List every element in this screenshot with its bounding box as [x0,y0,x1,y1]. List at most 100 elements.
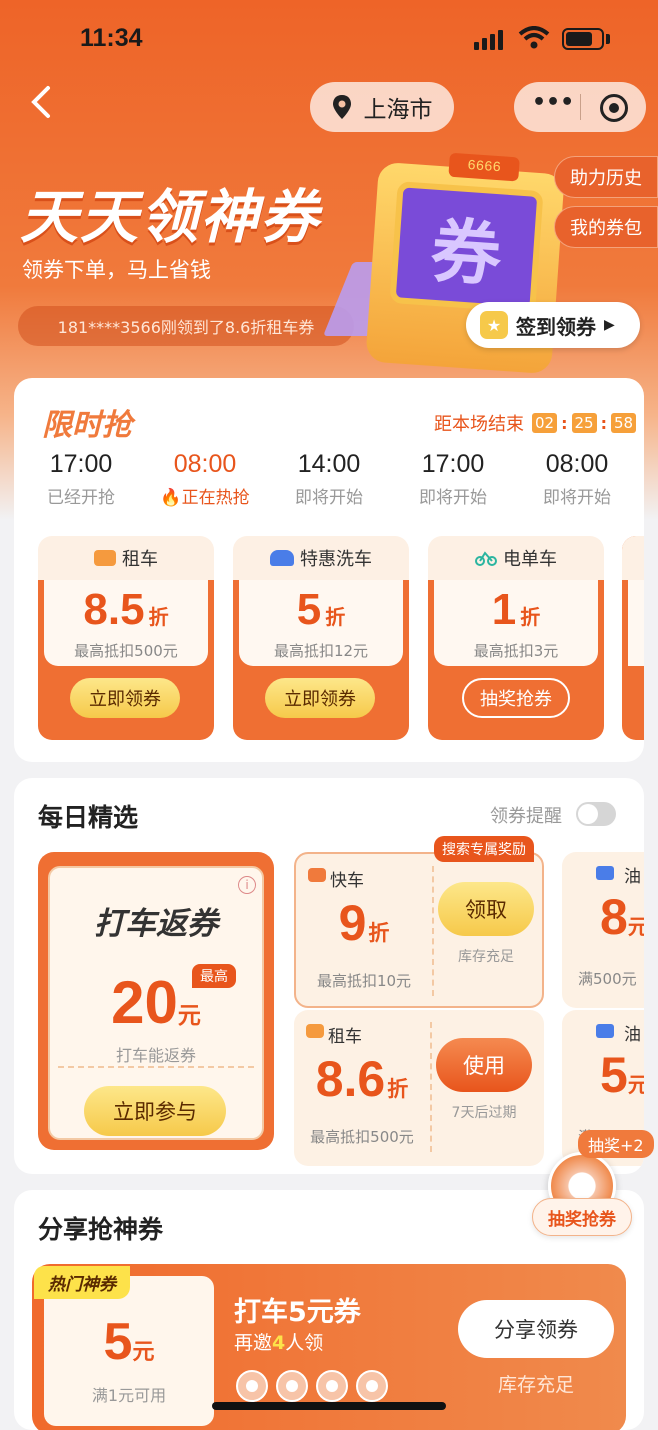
flash-sale-card: 限时抢 距本场结束 02: 25: 58 17:00 已经开抢 08:00 🔥正在热… [14,378,644,762]
back-icon[interactable] [26,84,56,120]
coupon-value: 1 [491,585,517,634]
share-coupon-stub: 热门神券 5元 满1元可用 [34,1266,214,1426]
daily-picks-card: 每日精选 领券提醒 打车返券 i 最高 20元 打车能返券 立即参与 快车 9折… [14,778,644,1174]
miniapp-capsule: ••• [514,82,646,132]
lottery-coupon-button[interactable]: 抽奖抢券 [462,678,570,718]
flash-sale-title: 限时抢 [42,408,132,443]
expiry-note: 7天后过期 [451,1105,517,1121]
ride-cashback-coupon[interactable]: 打车返券 i 最高 20元 打车能返券 立即参与 [38,852,274,1150]
claim-button[interactable]: 领取 [438,882,534,936]
search-reward-tag: 搜索专属奖励 [434,836,534,862]
invite-count: 4 [272,1332,286,1354]
coupon-unit: 折 [520,607,541,629]
status-time: 11:34 [80,24,143,52]
signin-coupon-button[interactable]: ★ 签到领券 ▶ [466,302,640,348]
time-slot-2[interactable]: 08:00 🔥正在热抢 [150,450,260,508]
slot-time: 08:00 [545,450,609,478]
reminder-label: 领券提醒 [490,806,562,827]
my-coupons-button[interactable]: 我的券包 [554,206,658,248]
coupon-limit: 最高抵扣500元 [310,1128,414,1146]
location-text: 上海市 [363,97,433,123]
countdown-seconds: 58 [611,413,637,433]
coupon-value: 8 [600,889,628,945]
close-miniapp-icon[interactable] [600,94,628,122]
time-slot-3[interactable]: 14:00 即将开始 [274,450,384,508]
rental-car-icon [306,1024,324,1038]
coupon-value: 9 [338,895,367,951]
location-selector[interactable]: 上海市 [310,82,454,132]
flash-coupon-next-peek [622,536,644,740]
avatar-placeholder [316,1370,348,1402]
rental-car-icon [94,550,116,566]
coupon-unit: 折 [325,607,346,629]
flash-coupon-ebike[interactable]: 电单车 1 折最高抵扣3元 抽奖抢券 [428,536,604,740]
ebike-icon [475,551,497,566]
flash-coupon-carwash[interactable]: 特惠洗车 5 折最高抵扣12元 立即领券 [233,536,409,740]
slot-status: 即将开始 [295,488,363,508]
coupon-unit: 折 [148,607,169,629]
share-coupon-value: 5 [103,1313,133,1371]
share-claim-button[interactable]: 分享领券 [458,1300,614,1358]
avatar-placeholder [276,1370,308,1402]
coupon-category: 电单车 [503,549,557,570]
flash-coupon-rental[interactable]: 租车 8.5 折最高抵扣500元 立即领券 [38,536,214,740]
reminder-toggle[interactable] [576,802,616,826]
invite-suffix: 人领 [285,1332,324,1354]
coupon-name: 油 [624,1025,641,1045]
coupon-unit: 折 [387,1078,409,1101]
countdown-minutes: 25 [571,413,597,433]
battery-icon [562,28,604,50]
feature-title: 打车返券 [94,906,218,942]
avatar-placeholder [356,1370,388,1402]
time-slot-4[interactable]: 17:00 即将开始 [398,450,508,508]
lottery-badge: 抽奖+2 [578,1130,654,1158]
coupon-value: 8.6 [315,1051,386,1107]
capsule-divider [580,94,581,120]
coupon-unit: 元 [627,916,644,939]
time-slot-5[interactable]: 08:00 即将开始 [522,450,632,508]
invite-text: 再邀4人领 [234,1328,323,1355]
slot-status: 即将开始 [543,488,611,508]
hero-title: 天天领神券 [20,183,321,251]
coupon-limit: 最高抵扣3元 [473,642,559,660]
slot-time: 17:00 [421,450,485,478]
coupon-name: 快车 [330,871,364,891]
avatar-placeholder [236,1370,268,1402]
info-icon[interactable]: i [238,876,256,894]
join-now-button[interactable]: 立即参与 [84,1086,226,1136]
more-icon[interactable]: ••• [532,90,574,115]
time-slot-1[interactable]: 17:00 已经开抢 [26,450,136,508]
hero-subtitle: 领券下单，马上省钱 [22,258,211,282]
coupon-limit: 最高抵扣10元 [316,972,412,990]
countdown: 距本场结束 02: 25: 58 [434,410,637,436]
slot-status: 正在热抢 [181,488,250,508]
fuel-card-icon [596,1024,614,1038]
coupon-name: 租车 [328,1027,362,1047]
coupon-unit: 折 [368,922,390,945]
claim-coupon-button[interactable]: 立即领券 [70,678,180,718]
coupon-category: 租车 [122,549,158,570]
star-icon: ★ [480,311,508,339]
claim-coupon-button[interactable]: 立即领券 [265,678,375,718]
chevron-right-icon: ▶ [604,317,615,333]
coupon-category: 特惠洗车 [300,549,372,570]
coupon-limit: 满500元 [578,970,637,988]
coupon-unit: 元 [627,1074,644,1097]
help-history-button[interactable]: 助力历史 [554,156,658,198]
quick-ride-coupon[interactable]: 快车 9折 最高抵扣10元 领取 库存充足 搜索专属奖励 [294,836,544,1008]
slot-status: 已经开抢 [47,488,115,508]
coupon-limit: 最高抵扣12元 [273,642,369,660]
invite-prefix: 再邀 [234,1332,273,1354]
coupon-value: 8.5 [83,585,145,634]
ticker-bar: 181****3566刚领到了8.6折租车券 [18,306,354,346]
use-button[interactable]: 使用 [436,1038,532,1092]
fuel-coupon-1[interactable]: 油 8元 满500元 [562,852,644,1008]
lottery-button[interactable]: 抽奖抢券 [532,1198,632,1236]
slot-time: 14:00 [297,450,361,478]
countdown-hours: 02 [532,413,558,433]
coupon-name: 油 [624,867,641,887]
coupon-value: 5 [296,585,322,634]
slot-status: 即将开始 [419,488,487,508]
slot-time: 17:00 [49,450,113,478]
rental-coupon[interactable]: 租车 8.6折 最高抵扣500元 使用 7天后过期 [294,1010,544,1166]
